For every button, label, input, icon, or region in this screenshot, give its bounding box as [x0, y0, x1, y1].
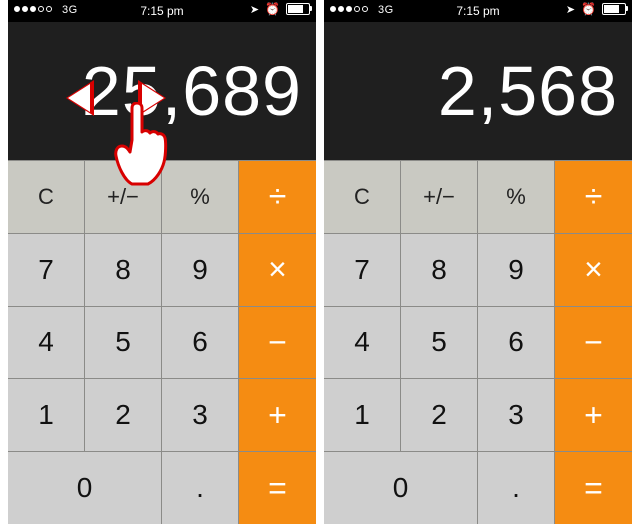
signal-dots: [14, 6, 52, 16]
plus-button[interactable]: +: [555, 378, 632, 451]
status-right-icons: ➤ ⏰: [250, 3, 310, 15]
equals-button[interactable]: =: [239, 451, 316, 524]
alarm-icon: ⏰: [265, 3, 280, 15]
minus-button[interactable]: −: [239, 306, 316, 379]
nine-button[interactable]: 9: [162, 233, 239, 306]
calculator-screen-after: 3G 7:15 pm ➤ ⏰ 2,568 C +/− % ÷ 7 8 9 × 4…: [324, 0, 632, 524]
three-button[interactable]: 3: [162, 378, 239, 451]
sign-button[interactable]: +/−: [401, 160, 478, 233]
three-button[interactable]: 3: [478, 378, 555, 451]
display-value: 25,689: [82, 51, 302, 131]
battery-icon: [286, 3, 310, 15]
eight-button[interactable]: 8: [401, 233, 478, 306]
decimal-button[interactable]: .: [162, 451, 239, 524]
divide-button[interactable]: ÷: [239, 160, 316, 233]
four-button[interactable]: 4: [8, 306, 85, 379]
location-icon: ➤: [566, 5, 575, 16]
zero-button[interactable]: 0: [8, 451, 162, 524]
one-button[interactable]: 1: [324, 378, 401, 451]
clock-label: 7:15 pm: [456, 4, 499, 18]
carrier-label: 3G: [378, 4, 394, 16]
two-button[interactable]: 2: [401, 378, 478, 451]
signal-dot-icon: [346, 6, 352, 12]
five-button[interactable]: 5: [85, 306, 162, 379]
alarm-icon: ⏰: [581, 3, 596, 15]
signal-dots: [330, 6, 368, 16]
one-button[interactable]: 1: [8, 378, 85, 451]
signal-dot-icon: [46, 6, 52, 12]
divide-button[interactable]: ÷: [555, 160, 632, 233]
five-button[interactable]: 5: [401, 306, 478, 379]
carrier-label: 3G: [62, 4, 78, 16]
signal-dot-icon: [30, 6, 36, 12]
status-right-icons: ➤ ⏰: [566, 3, 626, 15]
status-bar: 3G 7:15 pm ➤ ⏰: [324, 0, 632, 22]
seven-button[interactable]: 7: [8, 233, 85, 306]
six-button[interactable]: 6: [478, 306, 555, 379]
battery-icon: [602, 3, 626, 15]
four-button[interactable]: 4: [324, 306, 401, 379]
equals-button[interactable]: =: [555, 451, 632, 524]
two-button[interactable]: 2: [85, 378, 162, 451]
clear-button[interactable]: C: [8, 160, 85, 233]
plus-button[interactable]: +: [239, 378, 316, 451]
status-bar: 3G 7:15 pm ➤ ⏰: [8, 0, 316, 22]
nine-button[interactable]: 9: [478, 233, 555, 306]
calculator-screen-before: 3G 7:15 pm ➤ ⏰ 25,689 C +/− % ÷ 7 8 9 × …: [8, 0, 316, 524]
multiply-button[interactable]: ×: [555, 233, 632, 306]
signal-dot-icon: [362, 6, 368, 12]
signal-dot-icon: [338, 6, 344, 12]
signal-dot-icon: [330, 6, 336, 12]
calculator-display[interactable]: 2,568: [324, 22, 632, 160]
location-icon: ➤: [250, 5, 259, 16]
six-button[interactable]: 6: [162, 306, 239, 379]
percent-button[interactable]: %: [478, 160, 555, 233]
signal-dot-icon: [354, 6, 360, 12]
keypad: C +/− % ÷ 7 8 9 × 4 5 6 − 1 2 3 + 0 . =: [8, 160, 316, 524]
eight-button[interactable]: 8: [85, 233, 162, 306]
seven-button[interactable]: 7: [324, 233, 401, 306]
signal-dot-icon: [14, 6, 20, 12]
signal-dot-icon: [22, 6, 28, 12]
display-value: 2,568: [438, 51, 618, 131]
comparison-stage: 3G 7:15 pm ➤ ⏰ 25,689 C +/− % ÷ 7 8 9 × …: [0, 0, 640, 524]
decimal-button[interactable]: .: [478, 451, 555, 524]
calculator-display[interactable]: 25,689: [8, 22, 316, 160]
clock-label: 7:15 pm: [140, 4, 183, 18]
clear-button[interactable]: C: [324, 160, 401, 233]
sign-button[interactable]: +/−: [85, 160, 162, 233]
signal-dot-icon: [38, 6, 44, 12]
multiply-button[interactable]: ×: [239, 233, 316, 306]
keypad: C +/− % ÷ 7 8 9 × 4 5 6 − 1 2 3 + 0 . =: [324, 160, 632, 524]
minus-button[interactable]: −: [555, 306, 632, 379]
zero-button[interactable]: 0: [324, 451, 478, 524]
percent-button[interactable]: %: [162, 160, 239, 233]
